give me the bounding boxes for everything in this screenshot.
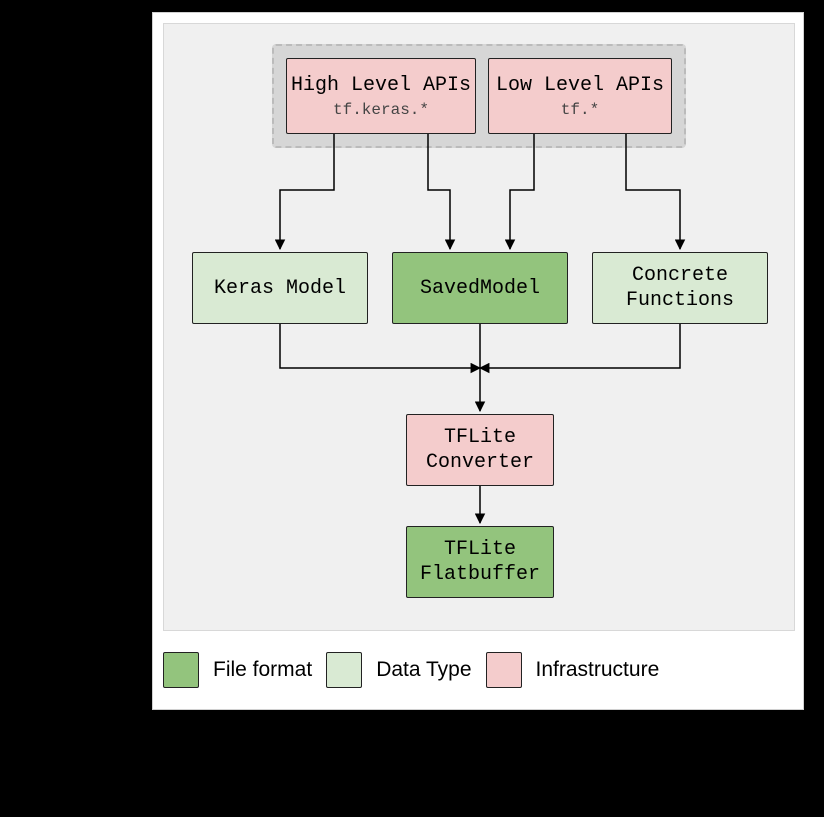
legend-label-file-format: File format bbox=[213, 658, 312, 682]
node-concrete-functions: Concrete Functions bbox=[592, 252, 768, 324]
legend-swatch-infrastructure bbox=[486, 652, 522, 688]
legend-swatch-file-format bbox=[163, 652, 199, 688]
legend-label-data-type: Data Type bbox=[376, 658, 471, 682]
node-tflite-converter: TFLite Converter bbox=[406, 414, 554, 486]
node-title: TFLite Converter bbox=[426, 425, 534, 475]
diagram-main-area: High Level APIs tf.keras.* Low Level API… bbox=[163, 23, 795, 631]
node-title: TFLite Flatbuffer bbox=[420, 537, 540, 587]
legend-label-infrastructure: Infrastructure bbox=[536, 658, 660, 682]
node-saved-model: SavedModel bbox=[392, 252, 568, 324]
legend-swatch-data-type bbox=[326, 652, 362, 688]
node-title: Keras Model bbox=[214, 276, 346, 301]
legend: File format Data Type Infrastructure bbox=[163, 643, 795, 697]
node-subtitle: tf.* bbox=[561, 100, 599, 120]
node-title: Low Level APIs bbox=[496, 73, 664, 98]
node-tflite-flatbuffer: TFLite Flatbuffer bbox=[406, 526, 554, 598]
node-title: Concrete Functions bbox=[626, 263, 734, 313]
node-subtitle: tf.keras.* bbox=[333, 100, 429, 120]
node-title: High Level APIs bbox=[291, 73, 471, 98]
node-low-level-apis: Low Level APIs tf.* bbox=[488, 58, 672, 134]
diagram-canvas: High Level APIs tf.keras.* Low Level API… bbox=[152, 12, 804, 710]
node-high-level-apis: High Level APIs tf.keras.* bbox=[286, 58, 476, 134]
node-keras-model: Keras Model bbox=[192, 252, 368, 324]
node-title: SavedModel bbox=[420, 276, 540, 301]
